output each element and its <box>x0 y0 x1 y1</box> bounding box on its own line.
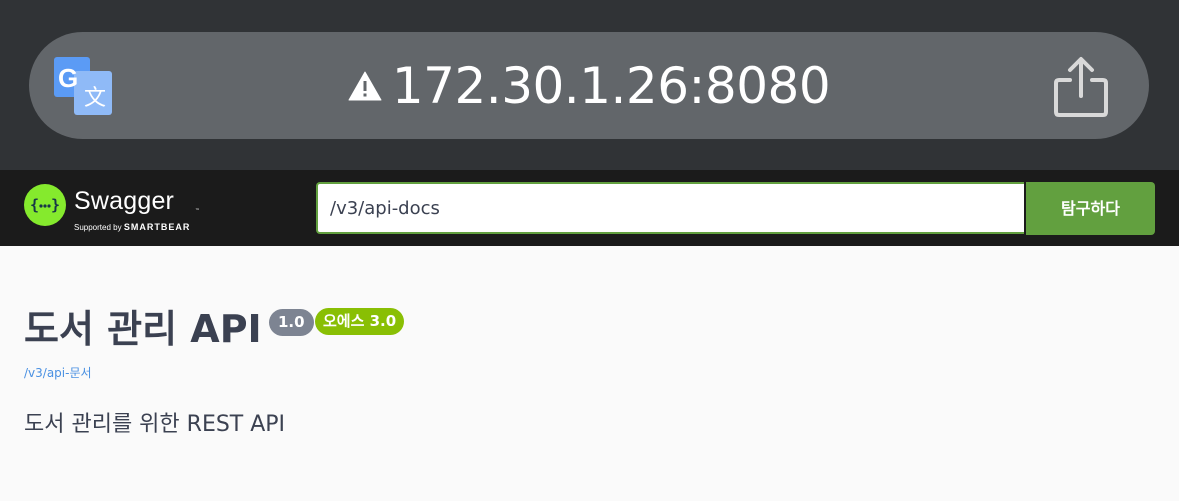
api-title: 도서 관리 API <box>24 307 262 351</box>
swagger-logo-icon: { } <box>24 184 66 226</box>
spec-link[interactable]: /v3/api-문서 <box>24 364 92 381</box>
spec-url-input[interactable] <box>316 182 1024 234</box>
version-badge: 1.0 <box>269 309 314 336</box>
logo-name: Swagger <box>74 187 175 215</box>
svg-text:}: } <box>51 196 60 214</box>
explore-button[interactable]: 탐구하다 <box>1026 182 1155 235</box>
logo-supported-brand: SMARTBEAR <box>123 222 191 232</box>
oas-badge: 오에스 3.0 <box>315 308 405 335</box>
svg-text:{: { <box>30 196 39 214</box>
swagger-topbar: { } Swagger ™ Supported by SMARTBEAR 탐구하… <box>0 170 1179 246</box>
logo-trademark: ™ <box>195 208 200 214</box>
share-icon[interactable] <box>1053 56 1109 118</box>
browser-chrome: G 文 172.30.1.26:8080 <box>0 0 1179 170</box>
api-description: 도서 관리를 위한 REST API <box>24 412 286 437</box>
logo-supported-by: Supported by SMARTBEAR <box>74 222 190 232</box>
url-display[interactable]: 172.30.1.26:8080 <box>29 32 1149 139</box>
swagger-logo[interactable]: { } Swagger ™ Supported by SMARTBEAR <box>24 184 204 234</box>
logo-supported-prefix: Supported by <box>74 223 122 232</box>
address-bar[interactable]: G 文 172.30.1.26:8080 <box>29 32 1149 139</box>
warning-icon <box>348 71 382 101</box>
url-text: 172.30.1.26:8080 <box>391 56 831 115</box>
